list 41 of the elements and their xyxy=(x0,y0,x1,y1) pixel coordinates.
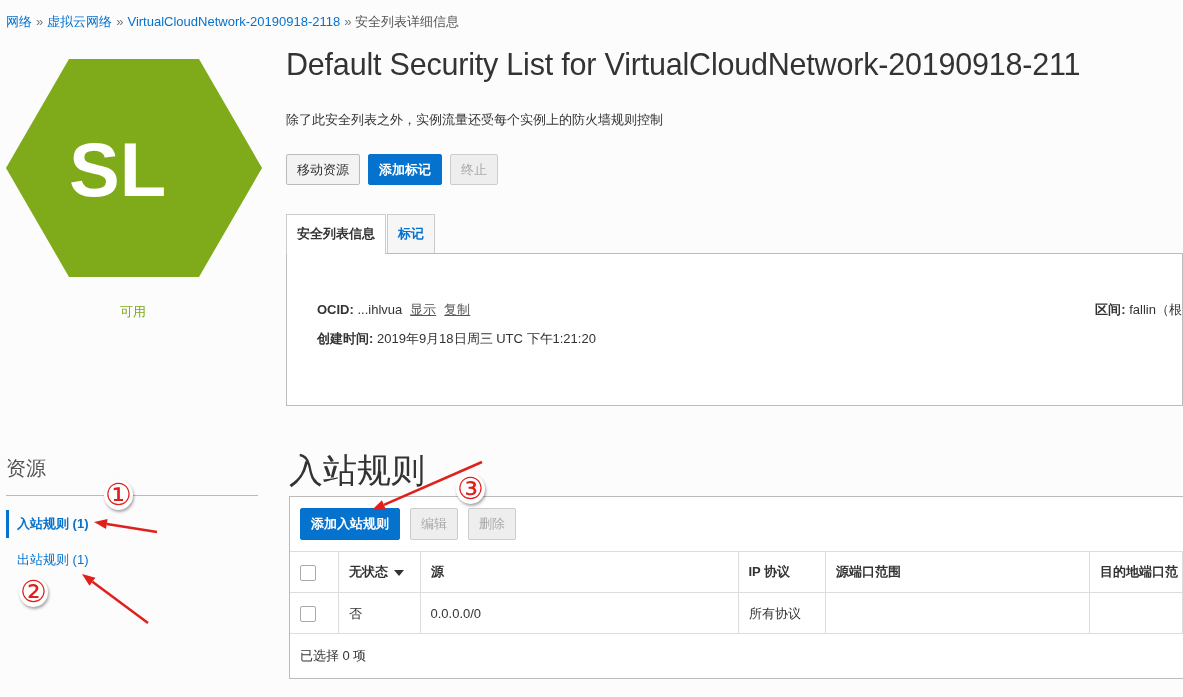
ocid-link[interactable]: 显示 xyxy=(410,301,437,317)
compartment-text: 区间: fallin（根 xyxy=(1095,300,1182,319)
ocid-text: OCID: ...ihlvua xyxy=(317,301,403,317)
sort-caret-icon[interactable] xyxy=(393,569,404,576)
breadcrumb-current: 安全列表详细信息 xyxy=(355,14,460,29)
section-heading: 入站规则 xyxy=(289,449,425,491)
breadcrumb-separator: » xyxy=(36,14,44,29)
column-header: 源端口范围 xyxy=(835,564,901,580)
table-cell: 所有协议 xyxy=(748,605,801,621)
action-button[interactable]: 移动资源 xyxy=(286,153,360,186)
column-header[interactable]: 无状态 xyxy=(348,564,404,580)
breadcrumb-separator: » xyxy=(344,14,352,29)
row-checkbox[interactable] xyxy=(300,606,316,623)
annotation-arrow xyxy=(82,574,149,624)
annotation-number: ① xyxy=(104,480,133,510)
status-text: 可用 xyxy=(118,302,147,321)
hexagon-icon xyxy=(6,58,262,277)
ocid-link[interactable]: 复制 xyxy=(444,301,471,317)
selection-count: 已选择 0 项 xyxy=(299,647,368,666)
column-header: IP 协议 xyxy=(748,564,791,580)
column-header: 目的地端口范 xyxy=(1099,564,1178,580)
annotation-number: ② xyxy=(19,577,48,607)
resource-badge-text: SL xyxy=(69,131,167,208)
page-title: Default Security List for VirtualCloudNetwork-20190918-211 xyxy=(286,45,1082,83)
table-cell: 否 xyxy=(348,605,362,621)
breadcrumb-link[interactable]: 网络 xyxy=(6,14,32,29)
annotation-arrow xyxy=(94,519,158,534)
tab[interactable]: 标记 xyxy=(387,214,435,253)
annotation-number: ③ xyxy=(456,474,485,504)
resource-link[interactable]: 出站规则 (1) xyxy=(6,545,265,573)
breadcrumb-link[interactable]: VirtualCloudNetwork-20190918-2118 xyxy=(127,14,341,29)
toolbar-button[interactable]: 添加入站规则 xyxy=(300,508,400,540)
created-text: 创建时间: 2019年9月18日周三 UTC 下午1:21:20 xyxy=(317,330,596,349)
select-all-checkbox[interactable] xyxy=(300,564,316,581)
breadcrumb-link[interactable]: 虚拟云网络 xyxy=(47,14,113,29)
column-header: 源 xyxy=(430,564,444,580)
action-button[interactable]: 添加标记 xyxy=(368,153,442,186)
breadcrumb-separator: » xyxy=(116,14,124,29)
table-cell: 0.0.0.0/0 xyxy=(430,605,482,621)
tab[interactable]: 安全列表信息 xyxy=(286,214,386,254)
description-text: 除了此安全列表之外，实例流量还受每个实例上的防火墙规则控制 xyxy=(286,111,664,130)
